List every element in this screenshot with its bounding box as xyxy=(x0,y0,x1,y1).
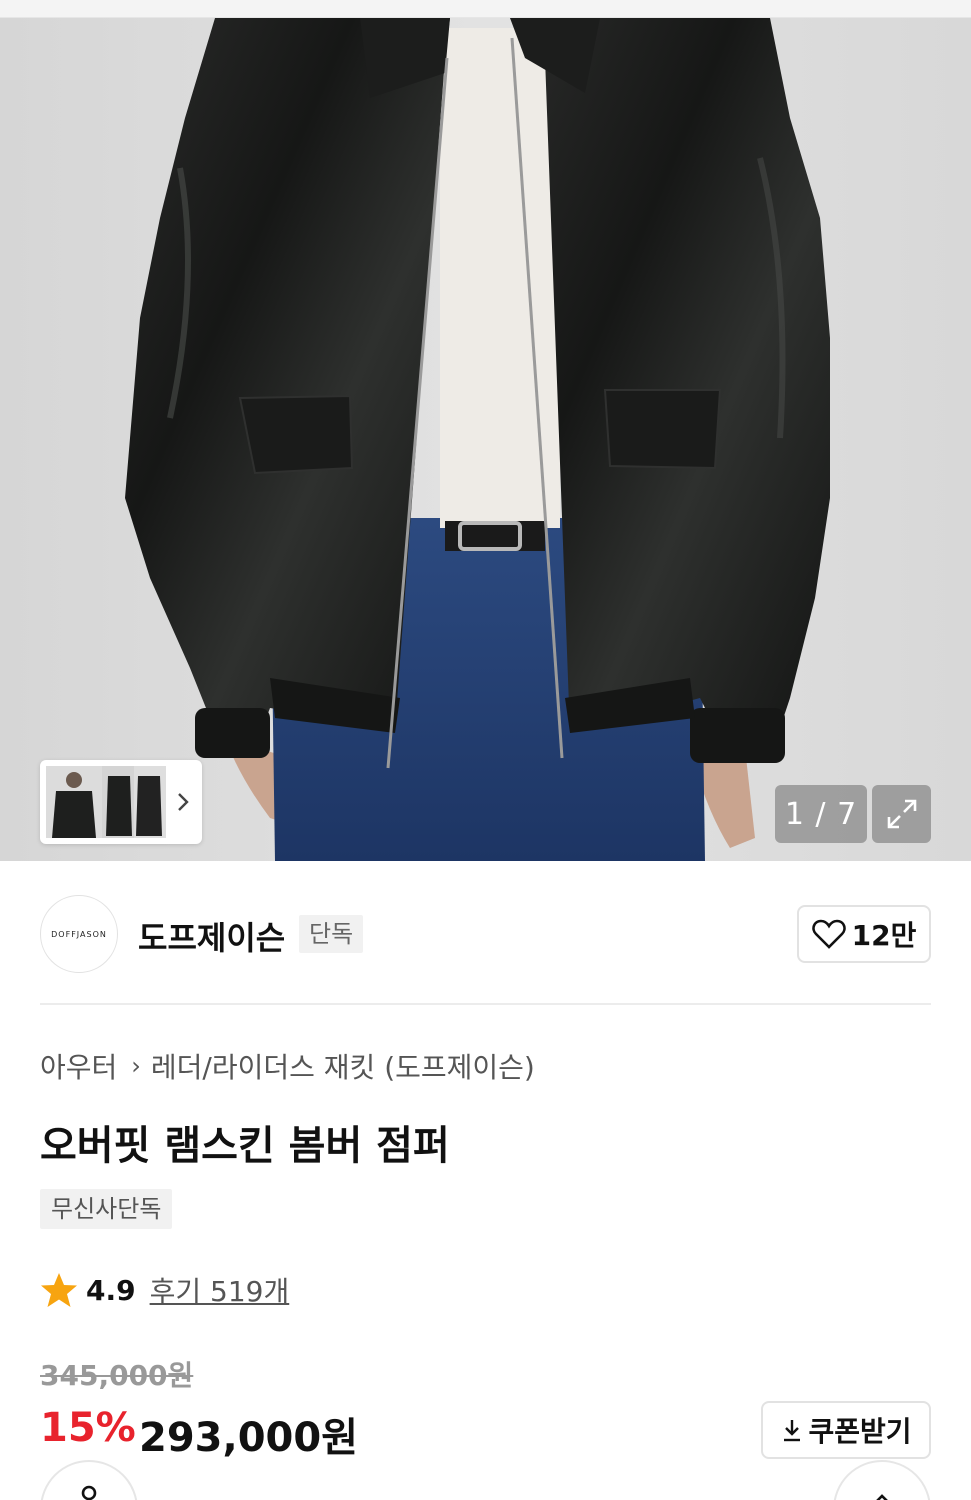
brand-name[interactable]: 도프제이슨 xyxy=(138,913,285,959)
breadcrumb-category[interactable]: 아우터 xyxy=(40,1046,117,1086)
breadcrumb-separator-icon: › xyxy=(131,1052,141,1080)
brand-logo[interactable]: DOFFJASON xyxy=(40,895,118,973)
product-image-gallery[interactable]: 1 / 7 xyxy=(0,18,971,861)
brand-like-button[interactable]: 12만 xyxy=(797,905,931,963)
top-bar xyxy=(0,0,971,18)
brand-exclusive-tag: 단독 xyxy=(299,915,364,953)
chevron-right-icon[interactable] xyxy=(176,788,190,816)
thumbnail-strip[interactable] xyxy=(40,760,202,844)
share-icon xyxy=(81,1485,97,1500)
image-counter-text: 1 / 7 xyxy=(784,796,858,832)
heart-icon xyxy=(811,919,846,949)
thumbnail-images[interactable] xyxy=(46,766,166,838)
rating-score: 4.9 xyxy=(86,1273,136,1307)
original-price: 345,000원 xyxy=(40,1359,194,1392)
expand-icon xyxy=(887,799,916,829)
exclusive-badge: 무신사단독 xyxy=(40,1189,173,1229)
coupon-button[interactable]: 쿠폰받기 xyxy=(761,1401,931,1459)
image-counter: 1 / 7 xyxy=(775,785,867,843)
star-icon xyxy=(41,1273,77,1307)
product-photo xyxy=(0,18,971,861)
share-button[interactable] xyxy=(40,1460,138,1500)
divider xyxy=(40,1003,931,1005)
breadcrumb: 아우터 › 레더/라이더스 재킷 (도프제이슨) xyxy=(40,1046,535,1086)
brand-logo-text: DOFFJASON xyxy=(51,929,107,939)
brand-row: DOFFJASON 도프제이슨 단독 12만 xyxy=(40,895,931,975)
discount-rate: 15% xyxy=(40,1405,136,1451)
product-title: 오버핏 램스킨 봄버 점퍼 xyxy=(40,1123,450,1169)
arrow-up-icon xyxy=(876,1494,888,1500)
sale-price: 293,000원 xyxy=(139,1415,358,1461)
reviews-link[interactable]: 후기 519개 xyxy=(150,1270,290,1310)
rating-row: 4.9 후기 519개 xyxy=(40,1270,289,1310)
coupon-label: 쿠폰받기 xyxy=(808,1415,912,1448)
expand-button[interactable] xyxy=(872,785,931,843)
breadcrumb-subcategory[interactable]: 레더/라이더스 재킷 (도프제이슨) xyxy=(151,1046,535,1086)
scroll-top-button[interactable] xyxy=(833,1460,931,1500)
like-count: 12만 xyxy=(851,919,917,952)
download-icon xyxy=(784,1420,801,1442)
